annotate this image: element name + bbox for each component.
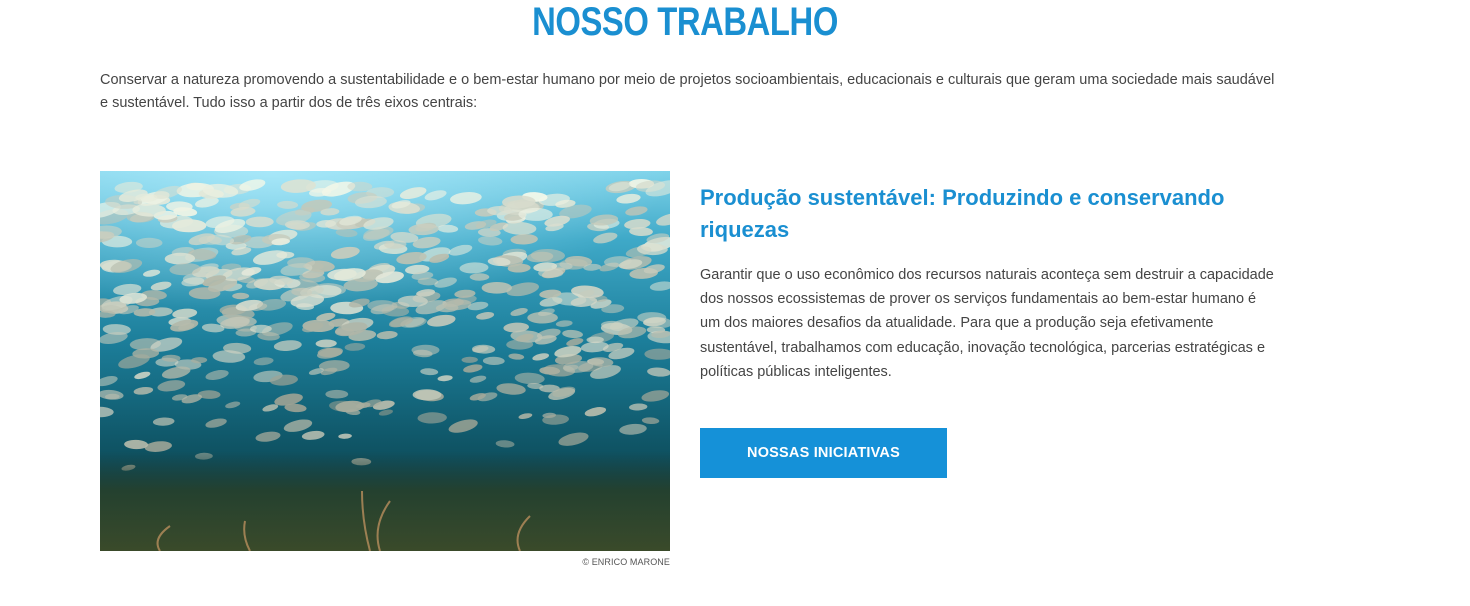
feature-title: Produção sustentável: Produzindo e conse… bbox=[700, 185, 1225, 242]
fish-school-image bbox=[100, 171, 670, 551]
feature-description: Garantir que o uso econômico dos recurso… bbox=[700, 267, 1274, 380]
feature-photo bbox=[100, 171, 670, 551]
section-intro: Conservar a natureza promovendo a susten… bbox=[100, 72, 1275, 111]
photo-credit: © ENRICO MARONE bbox=[582, 557, 670, 567]
section-title: NOSSO TRABALHO bbox=[532, 0, 838, 44]
nossas-iniciativas-button[interactable]: NOSSAS INICIATIVAS bbox=[700, 428, 947, 478]
page: NOSSO TRABALHO Conservar a natureza prom… bbox=[0, 0, 1470, 606]
